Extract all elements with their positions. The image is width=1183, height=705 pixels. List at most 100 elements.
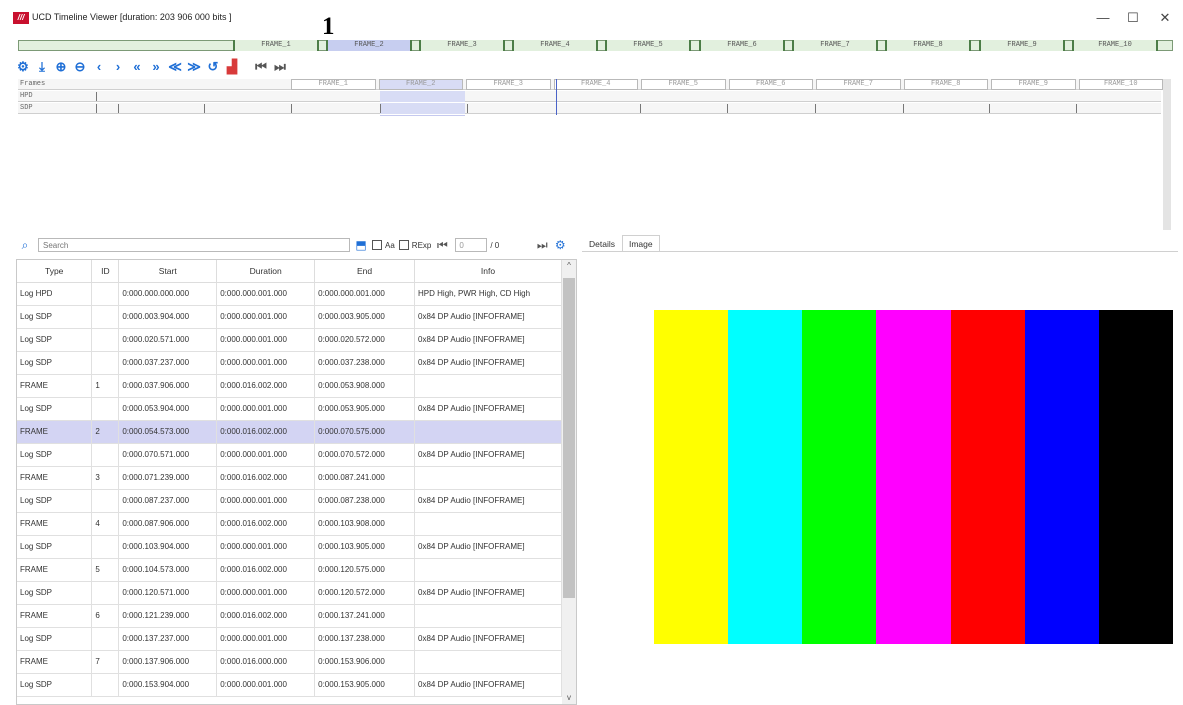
- table-row[interactable]: FRAME 3 0:000.071.239.000 0:000.016.002.000…: [17, 466, 562, 490]
- cell-type: FRAME: [17, 374, 93, 398]
- timeline-frame-cell[interactable]: FRAME_6: [728, 79, 813, 90]
- timeline-frame-cell[interactable]: FRAME_8: [903, 79, 988, 90]
- regex-checkbox[interactable]: [398, 240, 409, 250]
- frame-chip[interactable]: FRAME_6: [699, 40, 785, 51]
- timeline-frame-cell[interactable]: FRAME_2: [378, 79, 463, 90]
- match-index-input[interactable]: [455, 238, 488, 252]
- sdp-event-marker[interactable]: [291, 104, 292, 113]
- frame-chip[interactable]: FRAME_9: [979, 40, 1065, 51]
- timeline-frame-cell[interactable]: FRAME_7: [816, 79, 901, 90]
- search-settings-icon[interactable]: ⚙: [553, 238, 567, 252]
- next-fast-icon[interactable]: »: [149, 60, 163, 74]
- next-icon[interactable]: ›: [111, 60, 125, 74]
- column-header-type[interactable]: Type: [17, 260, 93, 283]
- maximize-button[interactable]: ☐: [1118, 8, 1148, 28]
- frame-overview-strip[interactable]: FRAME_1 FRAME_2 FRAME_3 FRAME_4 FRAME_5 FRAME…: [18, 40, 1173, 51]
- sdp-event-marker[interactable]: [727, 104, 728, 113]
- table-row[interactable]: Log SDP 0:000.153.904.000 0:000.000.001.00…: [17, 673, 562, 697]
- sdp-event-marker[interactable]: [467, 104, 468, 113]
- timeline-frame-cell[interactable]: FRAME_1: [291, 79, 376, 90]
- table-row[interactable]: Log SDP 0:000.087.237.000 0:000.000.001.00…: [17, 489, 562, 513]
- cell-end: 0:000.103.905.000: [314, 535, 416, 559]
- column-header-info[interactable]: Info: [414, 260, 562, 283]
- table-row[interactable]: Log SDP 0:000.003.904.000 0:000.000.001.00…: [17, 305, 562, 329]
- sdp-event-marker[interactable]: [380, 104, 381, 113]
- frame-chip[interactable]: FRAME_5: [605, 40, 691, 51]
- table-row[interactable]: Log SDP 0:000.070.571.000 0:000.000.001.00…: [17, 443, 562, 467]
- column-header-end[interactable]: End: [314, 260, 416, 283]
- cell-start: 0:000.121.239.000: [118, 604, 218, 628]
- scrollbar-thumb[interactable]: [563, 278, 575, 598]
- search-input[interactable]: [38, 238, 350, 252]
- frame-chip[interactable]: FRAME_2: [326, 40, 412, 51]
- history-icon[interactable]: ↺: [206, 60, 220, 74]
- download-icon[interactable]: ⤓: [35, 60, 49, 74]
- case-sensitive-checkbox[interactable]: [372, 240, 382, 250]
- last-icon[interactable]: ≫: [187, 60, 201, 74]
- timeline-frame-cell[interactable]: FRAME_10: [1078, 79, 1163, 90]
- search-icon[interactable]: ⌕: [18, 238, 32, 252]
- column-header-duration[interactable]: Duration: [216, 260, 316, 283]
- zoom-in-icon[interactable]: ⊕: [54, 60, 68, 74]
- search-prev-icon[interactable]: ⏮: [435, 238, 449, 252]
- cell-duration: 0:000.016.002.000: [216, 604, 316, 628]
- minimize-button[interactable]: —: [1088, 8, 1118, 28]
- table-row[interactable]: Log SDP 0:000.103.904.000 0:000.000.001.00…: [17, 535, 562, 559]
- column-header-start[interactable]: Start: [118, 260, 218, 283]
- tab-details[interactable]: Details: [582, 235, 622, 252]
- frame-chip[interactable]: FRAME_10: [1072, 40, 1158, 51]
- table-row[interactable]: FRAME 4 0:000.087.906.000 0:000.016.002.000…: [17, 512, 562, 536]
- timeline-scrollbar[interactable]: [1163, 79, 1171, 230]
- sdp-event-marker[interactable]: [903, 104, 904, 113]
- color-bar: [1024, 310, 1099, 644]
- zoom-out-icon[interactable]: ⊖: [73, 60, 87, 74]
- skip-forward-icon[interactable]: ⏭: [273, 60, 287, 74]
- cell-type: Log SDP: [17, 489, 93, 513]
- timeline-frame-cell[interactable]: FRAME_3: [466, 79, 551, 90]
- close-button[interactable]: ✕: [1150, 8, 1180, 28]
- column-header-id[interactable]: ID: [91, 260, 120, 283]
- skip-back-icon[interactable]: ⏮: [254, 60, 268, 74]
- table-scrollbar[interactable]: ^ v: [562, 260, 576, 704]
- frame-chip[interactable]: FRAME_7: [792, 40, 878, 51]
- scroll-up-icon[interactable]: ^: [562, 260, 576, 272]
- table-row[interactable]: FRAME 7 0:000.137.906.000 0:000.016.000.000…: [17, 650, 562, 674]
- table-row[interactable]: FRAME 6 0:000.121.239.000 0:000.016.002.000…: [17, 604, 562, 628]
- first-icon[interactable]: ≪: [168, 60, 182, 74]
- table-row[interactable]: Log SDP 0:000.137.237.000 0:000.000.001.00…: [17, 627, 562, 651]
- frame-chip[interactable]: FRAME_3: [419, 40, 505, 51]
- prev-icon[interactable]: ‹: [92, 60, 106, 74]
- timeline-row-label: HPD: [20, 92, 33, 100]
- timeline-frame-cell[interactable]: FRAME_5: [641, 79, 726, 90]
- sdp-event-marker[interactable]: [989, 104, 990, 113]
- frame-chip[interactable]: FRAME_1: [233, 40, 319, 51]
- search-next-icon[interactable]: ⏭: [535, 238, 549, 252]
- prev-fast-icon[interactable]: «: [130, 60, 144, 74]
- table-row[interactable]: FRAME 1 0:000.037.906.000 0:000.016.002.000…: [17, 374, 562, 398]
- chart-icon[interactable]: ▟: [225, 60, 239, 74]
- table-row[interactable]: Log SDP 0:000.020.571.000 0:000.000.001.00…: [17, 328, 562, 352]
- sdp-event-marker[interactable]: [640, 104, 641, 113]
- table-row[interactable]: Log SDP 0:000.120.571.000 0:000.000.001.00…: [17, 581, 562, 605]
- table-row[interactable]: FRAME 5 0:000.104.573.000 0:000.016.002.000…: [17, 558, 562, 582]
- sdp-event-marker[interactable]: [96, 104, 97, 113]
- export-icon[interactable]: ⬒: [354, 238, 368, 252]
- sdp-event-marker[interactable]: [815, 104, 816, 113]
- sdp-event-marker[interactable]: [118, 104, 119, 113]
- timeline-frame-cell[interactable]: FRAME_4: [553, 79, 638, 90]
- table-row[interactable]: Log SDP 0:000.037.237.000 0:000.000.001.00…: [17, 351, 562, 375]
- tab-image[interactable]: Image: [621, 235, 660, 252]
- table-row[interactable]: FRAME 2 0:000.054.573.000 0:000.016.002.000…: [17, 420, 562, 444]
- table-row[interactable]: Log HPD 0:000.000.000.000 0:000.000.001.00…: [17, 282, 562, 306]
- table-row[interactable]: Log SDP 0:000.053.904.000 0:000.000.001.00…: [17, 397, 562, 421]
- timeline-frame-cell[interactable]: FRAME_9: [991, 79, 1076, 90]
- frame-chip[interactable]: FRAME_8: [885, 40, 971, 51]
- timeline-view[interactable]: Frames FRAME_1 FRAME_2 FRAME_3 FRAME_4 FRAME…: [18, 79, 1163, 228]
- search-bar: ⌕ ⬒ Aa RExp ⏮ / 0 ⏭ ⚙: [18, 236, 580, 254]
- cell-info: [414, 466, 562, 490]
- frame-chip[interactable]: FRAME_4: [512, 40, 598, 51]
- sdp-event-marker[interactable]: [1076, 104, 1077, 113]
- sdp-event-marker[interactable]: [204, 104, 205, 113]
- scroll-down-icon[interactable]: v: [562, 692, 576, 704]
- settings-icon[interactable]: ⚙: [16, 60, 30, 74]
